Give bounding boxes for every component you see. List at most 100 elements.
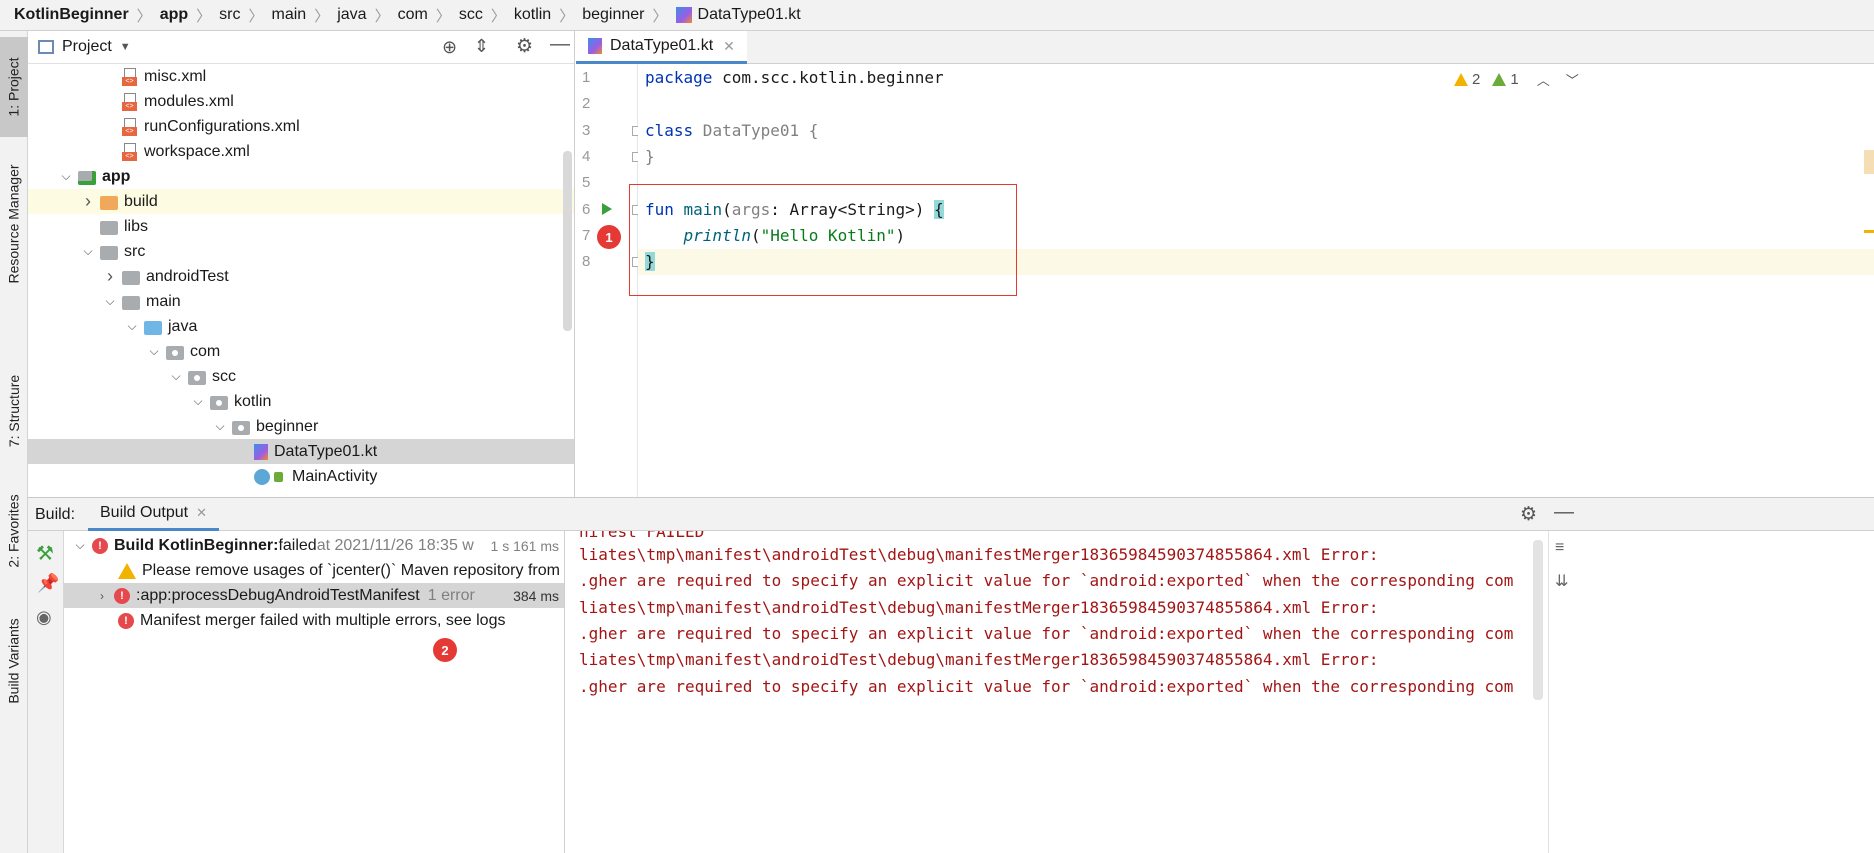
warning-message: Please remove usages of `jcenter()` Mave… (142, 561, 565, 579)
tree-item[interactable]: ⌵ com (28, 339, 574, 364)
tree-item[interactable]: <> runConfigurations.xml (28, 114, 574, 139)
collapse-all-icon[interactable]: ⇕ (474, 36, 489, 57)
breadcrumb-scc[interactable]: scc (459, 6, 483, 24)
kotlin-file-icon (254, 443, 268, 460)
tree-item[interactable]: ⌵ main (28, 289, 574, 314)
hammer-icon[interactable]: ⚒ (36, 541, 54, 566)
chevron-down-icon[interactable]: ⌵ (212, 419, 228, 435)
breadcrumb-kotlin[interactable]: kotlin (514, 6, 551, 24)
console-line: liates\tmp\manifest\androidTest\debug\ma… (579, 650, 1379, 669)
tree-item[interactable]: ⌵ java (28, 314, 574, 339)
build-root-row[interactable]: ⌵ ! Build KotlinBeginner: failed at 2021… (64, 533, 564, 558)
breadcrumb-src[interactable]: src (219, 6, 240, 24)
pin-icon[interactable]: 📌 (37, 573, 59, 594)
project-view-selector[interactable]: Project (62, 38, 112, 56)
chevron-right-icon: 〉 (559, 7, 575, 25)
breadcrumb-com[interactable]: com (398, 6, 428, 24)
tree-item[interactable]: libs (28, 214, 574, 239)
tree-item[interactable]: ⌵ scc (28, 364, 574, 389)
chevron-right-icon[interactable]: › (94, 588, 110, 604)
eye-icon[interactable]: ◉ (36, 607, 52, 628)
minimize-icon[interactable]: — (550, 33, 570, 56)
tree-item[interactable]: › androidTest (28, 264, 574, 289)
tree-item-label: MainActivity (292, 467, 378, 485)
package-icon (166, 345, 184, 360)
breadcrumb: KotlinBeginner 〉 app 〉 src 〉 main 〉 java 〉 co… (0, 0, 1874, 31)
tree-item-label: androidTest (146, 267, 229, 285)
tree-item[interactable]: ⌵ beginner (28, 414, 574, 439)
package-icon (188, 370, 206, 385)
chevron-down-icon[interactable]: ﹀ (1566, 70, 1579, 89)
xml-file-icon: <> (122, 67, 138, 86)
tree-item[interactable]: DataType01.kt (28, 439, 574, 464)
build-label: Build: (35, 506, 76, 523)
build-root-title: Build KotlinBeginner: (114, 536, 279, 554)
build-toolwindow-header: Build: Build Output ✕ ⚙ — (28, 497, 1874, 531)
locate-icon[interactable]: ⊕ (442, 37, 457, 58)
soft-wrap-icon[interactable]: ≡ (1555, 539, 1564, 557)
chevron-right-icon[interactable]: › (80, 191, 96, 211)
chevron-down-icon[interactable]: ⌵ (58, 169, 74, 185)
chevron-down-icon[interactable]: ⌵ (72, 538, 88, 554)
breadcrumb-java[interactable]: java (337, 6, 366, 24)
chevron-right-icon: 〉 (314, 7, 330, 25)
project-tool-tab[interactable]: 1: Project (0, 37, 28, 137)
editor-error-stripe-mark[interactable] (1864, 230, 1874, 233)
error-row[interactable]: ! Manifest merger failed with multiple e… (64, 608, 564, 633)
project-scrollbar[interactable] (563, 151, 572, 331)
chevron-down-icon[interactable]: ⌵ (190, 394, 206, 410)
breadcrumb-project[interactable]: KotlinBeginner (14, 6, 129, 24)
close-icon[interactable]: ✕ (723, 38, 735, 55)
minimize-icon[interactable]: — (1554, 501, 1574, 524)
chevron-down-icon[interactable]: ⌵ (80, 244, 96, 260)
warning-icon (118, 562, 136, 579)
editor-error-stripe-mark[interactable] (1864, 150, 1874, 174)
tree-item[interactable]: <> misc.xml (28, 64, 574, 89)
breadcrumb-file[interactable]: DataType01.kt (698, 6, 801, 24)
tab-datatype01[interactable]: DataType01.kt ✕ (576, 31, 747, 64)
chevron-down-icon[interactable]: ⌵ (168, 369, 184, 385)
favorites-tool-tab[interactable]: 2: Favorites (0, 481, 28, 581)
console-scrollbar[interactable] (1533, 540, 1543, 700)
task-row[interactable]: › ! :app:processDebugAndroidTestManifest… (64, 583, 564, 608)
tree-item[interactable]: ⌵ kotlin (28, 389, 574, 414)
tab-build-output[interactable]: Build Output ✕ (88, 498, 219, 531)
gear-icon[interactable]: ⚙ (1520, 503, 1537, 526)
tree-item[interactable]: MainActivity (28, 464, 574, 489)
close-icon[interactable]: ✕ (196, 505, 207, 521)
tree-item[interactable]: ⌵ src (28, 239, 574, 264)
warnings-count: 2 (1472, 71, 1481, 88)
structure-tool-tab[interactable]: 7: Structure (0, 361, 28, 461)
breadcrumb-beginner[interactable]: beginner (582, 6, 644, 24)
error-message: Manifest merger failed with multiple err… (140, 611, 506, 629)
chevron-down-icon[interactable]: ⌵ (124, 319, 140, 335)
breadcrumb-main[interactable]: main (272, 6, 307, 24)
tree-item-label: src (124, 242, 146, 260)
gear-icon[interactable]: ⚙ (516, 35, 533, 58)
tree-item[interactable]: <> workspace.xml (28, 139, 574, 164)
run-icon[interactable] (602, 203, 612, 215)
inspection-widget[interactable]: 2 1 ︿ ﹀ (1454, 70, 1579, 89)
package-icon (210, 395, 228, 410)
annotation-badge-1: 1 (597, 225, 621, 249)
tree-item-label: DataType01.kt (274, 442, 378, 460)
tree-item[interactable]: <> modules.xml (28, 89, 574, 114)
weak-warning-icon (1492, 73, 1507, 86)
tab-label: DataType01.kt (610, 37, 714, 54)
breadcrumb-module[interactable]: app (160, 6, 188, 24)
scroll-to-end-icon[interactable]: ⇊ (1555, 571, 1568, 591)
tree-item-label: beginner (256, 417, 319, 435)
warning-row[interactable]: Please remove usages of `jcenter()` Mave… (64, 558, 565, 583)
chevron-down-icon[interactable]: ⌵ (102, 294, 118, 310)
tree-item[interactable]: › build (28, 189, 574, 214)
resource-manager-tool-tab[interactable]: Resource Manager (0, 149, 28, 299)
chevron-down-icon[interactable]: ⌵ (146, 344, 162, 360)
task-duration: 384 ms (513, 587, 559, 604)
chevron-down-icon[interactable]: ▼ (120, 41, 131, 53)
build-variants-tool-tab[interactable]: Build Variants (0, 601, 28, 721)
chevron-right-icon[interactable]: › (102, 266, 118, 286)
kotlin-file-icon (675, 7, 692, 23)
tree-item[interactable]: ⌵ app (28, 164, 574, 189)
chevron-up-icon[interactable]: ︿ (1537, 70, 1550, 89)
